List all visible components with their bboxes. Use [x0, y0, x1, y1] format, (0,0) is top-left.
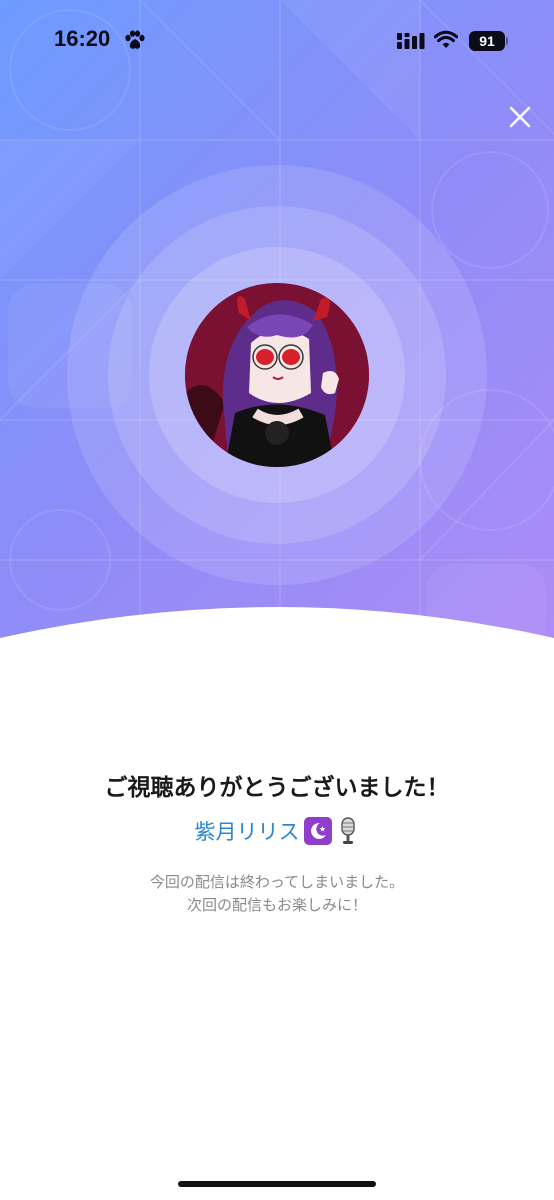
streamer-name-row: 紫月リリス	[0, 814, 554, 848]
microphone-emoji-icon	[336, 816, 360, 846]
next-stream-line: 次回の配信もお楽しみに！	[186, 896, 367, 914]
close-icon	[509, 106, 531, 128]
wifi-icon	[434, 30, 458, 48]
hero-background: 16:20 91	[0, 0, 554, 700]
streamer-avatar	[185, 283, 369, 467]
stream-ended-message: 今回の配信は終わってしまいました。 次回の配信もお楽しみに！	[0, 871, 554, 917]
content-wave-divider	[0, 607, 554, 706]
battery-tip	[506, 37, 508, 45]
status-bar: 16:20 91	[0, 0, 554, 84]
stream-ended-line: 今回の配信は終わってしまいました。	[149, 873, 405, 891]
close-button[interactable]	[504, 101, 536, 133]
home-indicator[interactable]	[178, 1181, 376, 1187]
signal-icon	[397, 33, 425, 49]
status-time: 16:20	[54, 26, 111, 51]
moon-emoji-icon	[303, 817, 332, 845]
thanks-title: ご視聴ありがとうございました！	[104, 775, 450, 801]
streamer-name-link[interactable]: 紫月リリス	[195, 816, 300, 846]
battery-level: 91	[479, 33, 495, 49]
paw-icon	[125, 30, 145, 49]
battery-icon: 91	[469, 31, 505, 51]
